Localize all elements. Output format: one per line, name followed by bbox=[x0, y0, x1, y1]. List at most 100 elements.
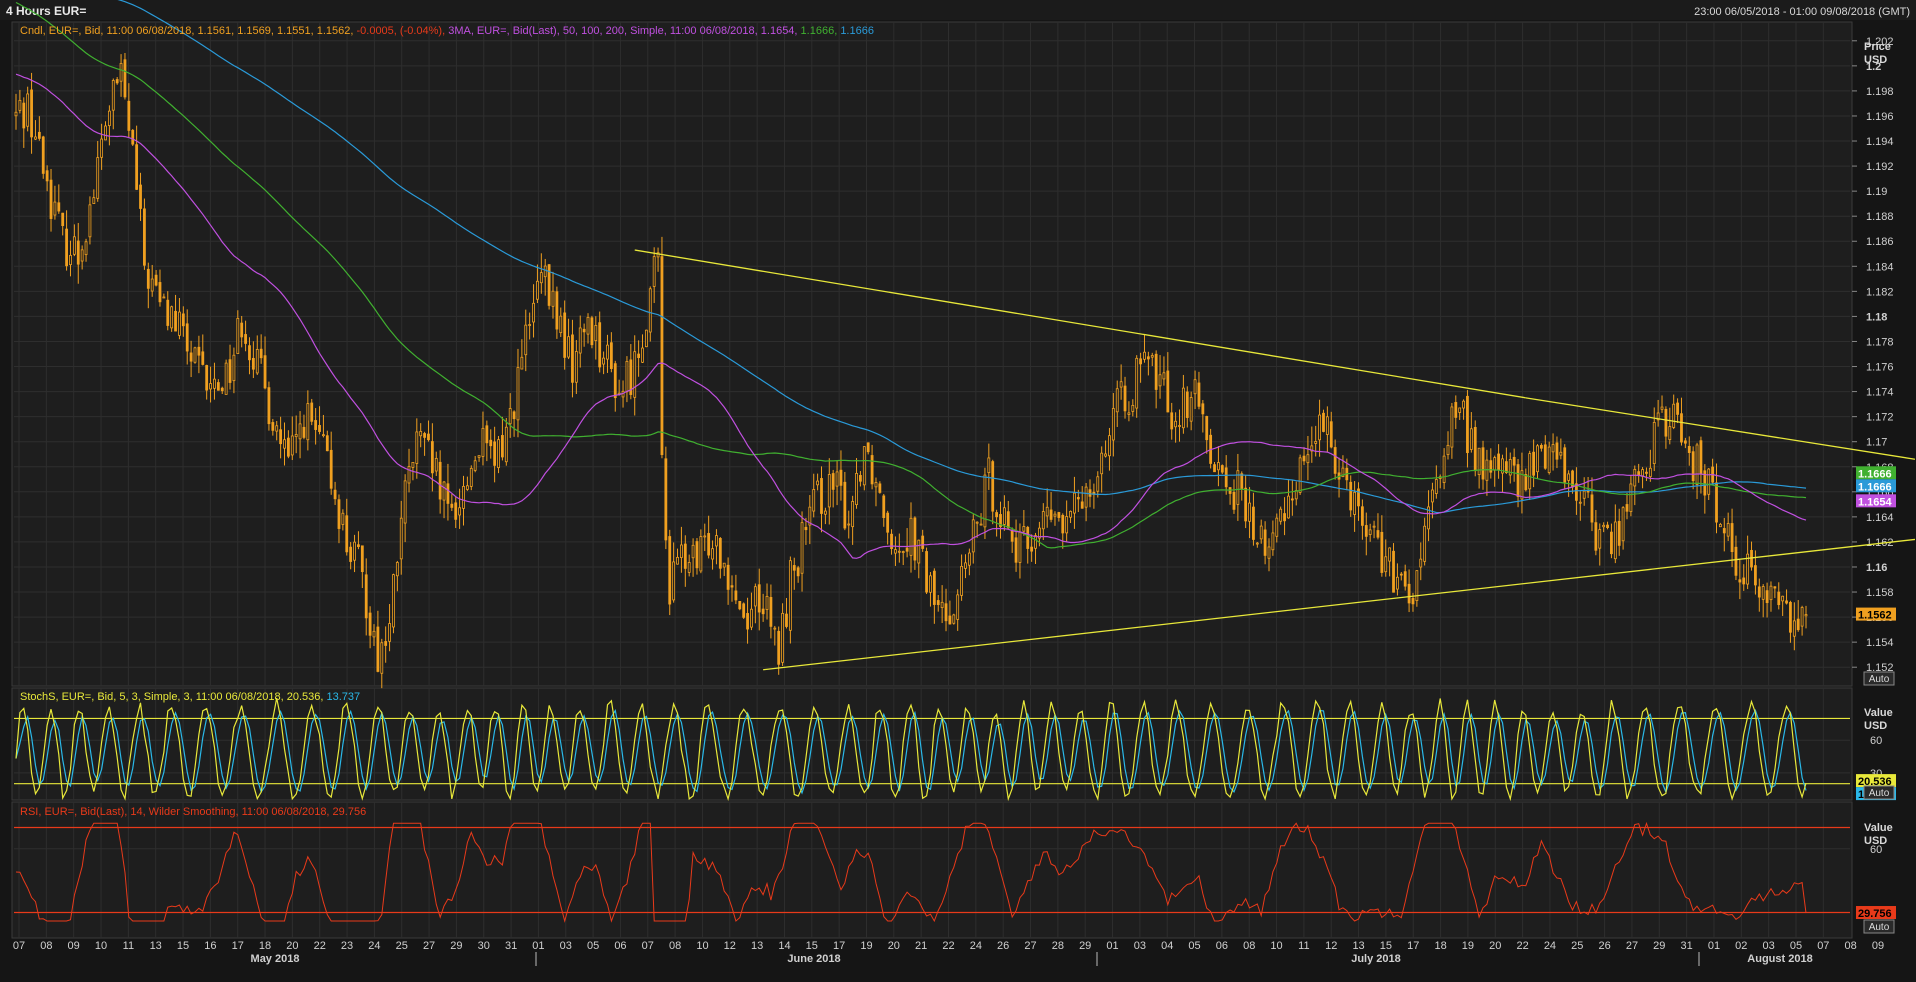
candle-body bbox=[1598, 529, 1602, 549]
candle-body bbox=[1567, 473, 1571, 481]
day-tick-label: 02 bbox=[1735, 940, 1747, 952]
candle-body bbox=[761, 608, 765, 615]
rsi-auto-button[interactable]: Auto bbox=[1863, 919, 1895, 934]
candle-body bbox=[1111, 408, 1115, 441]
candle-body bbox=[30, 89, 33, 138]
candle-body bbox=[251, 357, 255, 370]
candle-body bbox=[325, 435, 329, 452]
candle-body bbox=[1734, 546, 1738, 576]
candle-body bbox=[438, 461, 442, 500]
candle-body bbox=[995, 512, 999, 518]
candle-body bbox=[1796, 618, 1800, 631]
candle-body bbox=[1718, 523, 1722, 528]
candle-body bbox=[1403, 571, 1407, 587]
candle-body bbox=[1458, 407, 1462, 413]
price-chart[interactable]: 4 Hours EUR= 23:00 06/05/2018 - 01:00 09… bbox=[0, 0, 1916, 982]
candle-body bbox=[135, 144, 139, 190]
candle-body bbox=[415, 431, 419, 464]
candle-body bbox=[1750, 549, 1753, 568]
candle-body bbox=[1255, 542, 1259, 545]
candle-body bbox=[1742, 577, 1746, 585]
svg-text:Auto: Auto bbox=[1869, 788, 1890, 799]
candle-body bbox=[921, 535, 925, 549]
day-tick-label: 06 bbox=[1216, 940, 1228, 952]
candle-body bbox=[96, 157, 100, 199]
candle-body bbox=[1158, 374, 1162, 387]
candle-body bbox=[975, 521, 979, 524]
candle-body bbox=[855, 473, 858, 506]
day-tick-label: 10 bbox=[696, 940, 708, 952]
candle-body bbox=[255, 349, 259, 374]
candle-body bbox=[1590, 494, 1594, 523]
price-panel[interactable] bbox=[11, 21, 1853, 687]
candle-body bbox=[1781, 595, 1785, 602]
close-last-label: 1.1562 bbox=[1858, 610, 1892, 622]
candle-body bbox=[909, 517, 913, 556]
candle-body bbox=[1606, 524, 1609, 528]
candle-body bbox=[1306, 454, 1310, 464]
candle-body bbox=[1139, 358, 1142, 365]
candle-body bbox=[1594, 522, 1598, 551]
candle-body bbox=[1757, 586, 1761, 598]
candle-body bbox=[1080, 501, 1084, 509]
day-tick-label: 01 bbox=[1708, 940, 1720, 952]
candle-body bbox=[1730, 523, 1734, 553]
candle-body bbox=[485, 425, 489, 444]
candle-body bbox=[259, 348, 263, 359]
day-tick-label: 12 bbox=[724, 940, 736, 952]
price-tick-label: 1.178 bbox=[1866, 336, 1894, 348]
day-tick-label: 11 bbox=[123, 940, 134, 952]
candle-body bbox=[563, 312, 567, 358]
candle-body bbox=[1804, 614, 1808, 617]
day-tick-label: 20 bbox=[888, 940, 900, 952]
day-tick-label: 07 bbox=[642, 940, 654, 952]
day-tick-label: 26 bbox=[1598, 940, 1610, 952]
candle-body bbox=[516, 367, 520, 421]
price-tick-label: 1.198 bbox=[1866, 86, 1894, 98]
candle-body bbox=[333, 489, 337, 500]
candle-body bbox=[392, 574, 395, 628]
candle-body bbox=[1143, 351, 1146, 360]
candle-body bbox=[753, 586, 757, 607]
price-auto-button[interactable]: Auto bbox=[1863, 671, 1895, 686]
candle-body bbox=[539, 272, 543, 284]
day-tick-label: 24 bbox=[970, 940, 982, 952]
price-tick-label: 1.154 bbox=[1866, 637, 1894, 649]
candle-body bbox=[1283, 513, 1286, 522]
candle-body bbox=[34, 136, 37, 140]
price-tick-label: 1.186 bbox=[1866, 236, 1894, 248]
candle-body bbox=[22, 102, 26, 129]
candle-body bbox=[543, 265, 547, 278]
candle-body bbox=[469, 467, 473, 487]
candle-body bbox=[61, 212, 65, 227]
stoch-auto-button[interactable]: Auto bbox=[1863, 785, 1895, 800]
candle-body bbox=[1652, 421, 1656, 465]
candle-body bbox=[1290, 498, 1294, 501]
candle-body bbox=[283, 439, 286, 449]
day-tick-label: 17 bbox=[1407, 940, 1419, 952]
candle-body bbox=[1392, 550, 1395, 593]
candle-body bbox=[905, 547, 909, 552]
candle-body bbox=[119, 63, 123, 82]
candle-body bbox=[1481, 447, 1485, 480]
candle-body bbox=[1034, 535, 1037, 549]
candle-body bbox=[843, 481, 847, 529]
candle-body bbox=[1660, 406, 1664, 410]
candle-body bbox=[1633, 468, 1637, 487]
candle-body bbox=[1687, 445, 1691, 453]
candle-body bbox=[123, 59, 127, 98]
candle-body bbox=[1146, 356, 1150, 360]
candle-body bbox=[489, 439, 493, 447]
candle-body bbox=[162, 296, 166, 299]
candle-body bbox=[1419, 558, 1423, 568]
stochastic-legend: StochS, EUR=, Bid, 5, 3, Simple, 3, 11:0… bbox=[20, 691, 360, 703]
candle-body bbox=[644, 329, 648, 348]
price-tick-label: 1.192 bbox=[1866, 161, 1894, 173]
candle-body bbox=[672, 561, 676, 601]
candle-body bbox=[84, 241, 88, 256]
candle-body bbox=[1057, 512, 1061, 518]
candle-body bbox=[65, 228, 68, 267]
day-tick-label: 29 bbox=[1653, 940, 1665, 952]
candle-body bbox=[1150, 355, 1154, 358]
day-tick-label: 17 bbox=[833, 940, 845, 952]
